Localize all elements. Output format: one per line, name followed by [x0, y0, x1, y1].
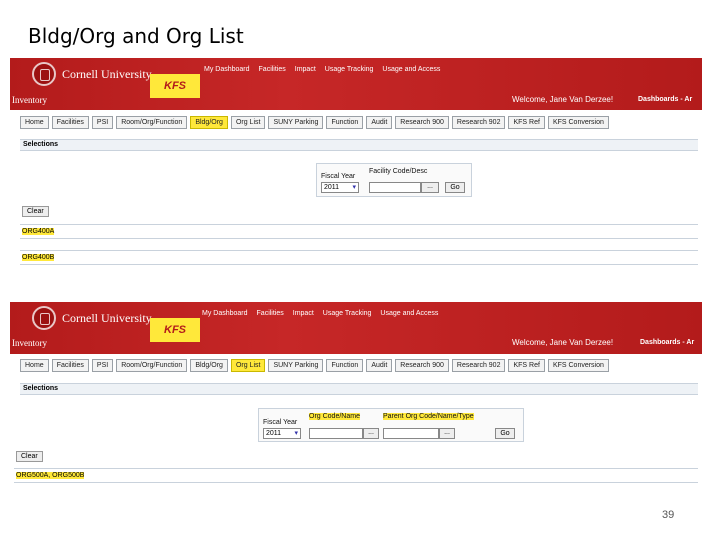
tab-bldg-org[interactable]: Bldg/Org — [190, 116, 228, 129]
chevron-down-icon: ▾ — [294, 430, 298, 437]
org-code-browse-button[interactable]: ... — [363, 428, 379, 439]
app-subtitle: Inventory — [12, 95, 47, 105]
org-selection-codes: ORG500A, ORG500B — [16, 472, 85, 479]
university-name: Cornell University — [62, 66, 152, 81]
go-button[interactable]: Go — [495, 428, 515, 439]
top-nav: My Dashboard Facilities Impact Usage Tra… — [204, 66, 440, 73]
tab-room-org-function[interactable]: Room/Org/Function — [116, 359, 188, 372]
facility-code-input[interactable] — [369, 182, 421, 193]
org-code-a: ORG400A — [22, 228, 55, 235]
kfs-logo: KFS — [150, 318, 200, 342]
fiscal-year-value: 2011 — [324, 184, 340, 191]
tab-bldg-org[interactable]: Bldg/Org — [190, 359, 228, 372]
university-name: Cornell University — [62, 310, 152, 325]
fiscal-year-select[interactable]: 2011 ▾ — [263, 428, 301, 439]
tab-audit[interactable]: Audit — [366, 116, 393, 129]
parent-org-label: Parent Org Code/Name/Type — [383, 413, 474, 420]
tab-audit[interactable]: Audit — [366, 359, 393, 372]
top-link-usage-access[interactable]: Usage and Access — [382, 66, 440, 73]
tab-research-902[interactable]: Research 902 — [451, 359, 506, 372]
top-link-usage-access[interactable]: Usage and Access — [380, 310, 438, 317]
top-link-facilities[interactable]: Facilities — [259, 66, 286, 73]
screenshot-bldg-org: Cornell University KFS My Dashboard Faci… — [10, 58, 702, 270]
clear-button[interactable]: Clear — [22, 206, 49, 217]
tab-kfs-conversion[interactable]: KFS Conversion — [547, 359, 609, 372]
welcome-text: Welcome, Jane Van Derzee! — [512, 338, 614, 347]
cornell-seal-icon — [32, 306, 56, 330]
org-code-b: ORG400B — [22, 254, 55, 261]
tab-psi[interactable]: PSI — [91, 116, 114, 129]
org-row-a: ORG400A — [20, 224, 698, 239]
tab-org-list[interactable]: Org List — [230, 359, 266, 372]
top-link-my-dashboard[interactable]: My Dashboard — [204, 66, 250, 73]
kfs-logo: KFS — [150, 74, 200, 98]
page-number: 39 — [662, 509, 675, 521]
selections-header: Selections — [20, 139, 698, 151]
selections-header: Selections — [20, 383, 698, 395]
tab-psi[interactable]: PSI — [91, 359, 114, 372]
org-code-input[interactable] — [309, 428, 363, 439]
parent-org-browse-button[interactable]: ... — [439, 428, 455, 439]
tab-facilities[interactable]: Facilities — [51, 116, 89, 129]
top-link-facilities[interactable]: Facilities — [257, 310, 284, 317]
top-link-usage-tracking[interactable]: Usage Tracking — [323, 310, 372, 317]
tab-kfs-ref[interactable]: KFS Ref — [508, 116, 545, 129]
tab-research-900[interactable]: Research 900 — [395, 359, 449, 372]
org-row-b: ORG400B — [20, 250, 698, 265]
org-code-label: Org Code/Name — [309, 413, 360, 420]
fiscal-year-select[interactable]: 2011 ▾ — [321, 182, 359, 193]
tab-kfs-conversion[interactable]: KFS Conversion — [547, 116, 609, 129]
tab-function[interactable]: Function — [326, 359, 364, 372]
top-nav: My Dashboard Facilities Impact Usage Tra… — [202, 310, 438, 317]
cornell-seal-icon — [32, 62, 56, 86]
dashboards-menu[interactable]: Dashboards - Ar — [640, 339, 694, 346]
tab-bar: Home Facilities PSI Room/Org/Function Bl… — [20, 359, 609, 372]
tab-function[interactable]: Function — [326, 116, 364, 129]
tab-research-900[interactable]: Research 900 — [395, 116, 449, 129]
kfs-banner: Cornell University KFS My Dashboard Faci… — [10, 302, 702, 354]
cornell-logo: Cornell University — [32, 62, 152, 86]
top-link-impact[interactable]: Impact — [293, 310, 314, 317]
dashboards-menu[interactable]: Dashboards - Ar — [638, 96, 692, 103]
facility-browse-button[interactable]: ... — [421, 182, 439, 193]
kfs-banner: Cornell University KFS My Dashboard Faci… — [10, 58, 702, 110]
tab-kfs-ref[interactable]: KFS Ref — [508, 359, 545, 372]
tab-home[interactable]: Home — [20, 359, 49, 372]
tab-org-list[interactable]: Org List — [230, 116, 266, 129]
screenshot-org-list: Cornell University KFS My Dashboard Faci… — [10, 302, 702, 484]
fiscal-year-label: Fiscal Year — [263, 419, 298, 426]
top-link-impact[interactable]: Impact — [295, 66, 316, 73]
go-button[interactable]: Go — [445, 182, 465, 193]
tab-room-org-function[interactable]: Room/Org/Function — [116, 116, 188, 129]
tab-bar: Home Facilities PSI Room/Org/Function Bl… — [20, 116, 609, 129]
tab-suny-parking[interactable]: SUNY Parking — [268, 116, 324, 129]
tab-suny-parking[interactable]: SUNY Parking — [268, 359, 324, 372]
chevron-down-icon: ▾ — [352, 184, 356, 191]
clear-button[interactable]: Clear — [16, 451, 43, 462]
tab-home[interactable]: Home — [20, 116, 49, 129]
slide-title: Bldg/Org and Org List — [28, 24, 244, 48]
parent-org-input[interactable] — [383, 428, 439, 439]
cornell-logo: Cornell University — [32, 306, 152, 330]
tab-research-902[interactable]: Research 902 — [451, 116, 506, 129]
fiscal-year-label: Fiscal Year — [321, 173, 356, 180]
tab-facilities[interactable]: Facilities — [51, 359, 89, 372]
welcome-text: Welcome, Jane Van Derzee! — [512, 95, 614, 104]
fiscal-year-value: 2011 — [266, 430, 282, 437]
facility-code-label: Facility Code/Desc — [369, 168, 428, 175]
filter-panel: Fiscal Year Org Code/Name Parent Org Cod… — [258, 408, 524, 442]
app-subtitle: Inventory — [12, 338, 47, 348]
top-link-usage-tracking[interactable]: Usage Tracking — [325, 66, 374, 73]
top-link-my-dashboard[interactable]: My Dashboard — [202, 310, 248, 317]
org-selection-row: ORG500A, ORG500B — [14, 468, 698, 483]
filter-panel: Fiscal Year Facility Code/Desc 2011 ▾ ..… — [316, 163, 472, 197]
